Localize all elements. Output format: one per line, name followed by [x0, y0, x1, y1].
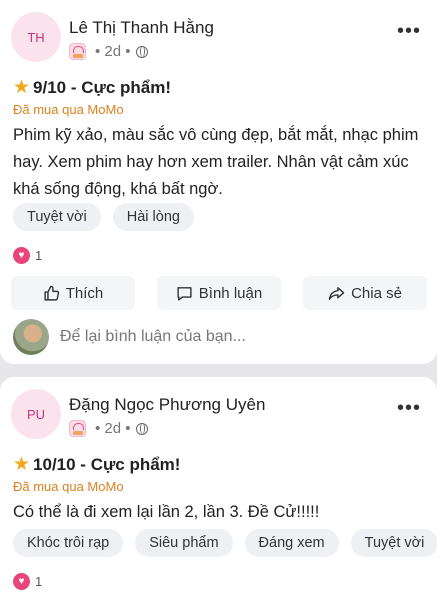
share-icon	[328, 286, 345, 300]
review-text: Có thể là đi xem lại lần 2, lần 3. Đề Cử…	[13, 503, 320, 521]
rating: ★ 10/10 - Cực phẩm!	[13, 453, 180, 476]
momo-badge-icon	[69, 43, 86, 60]
rating-text: 9/10 - Cực phẩm!	[33, 77, 172, 97]
tag-list: Khóc trôi rạp Siêu phẩm Đáng xem Tuyệt v…	[13, 529, 437, 557]
comment-button[interactable]: Bình luận	[157, 276, 281, 310]
rating-text: 10/10 - Cực phẩm!	[33, 454, 181, 474]
tag[interactable]: Khóc trôi rạp	[13, 529, 124, 557]
reaction-count[interactable]: ♥ 1	[13, 247, 42, 264]
tag[interactable]: Hài lòng	[112, 203, 194, 231]
share-button[interactable]: Chia sẻ	[303, 276, 427, 310]
more-options-icon[interactable]: •••	[397, 398, 421, 418]
user-avatar	[13, 319, 49, 355]
globe-icon	[135, 422, 148, 435]
tag[interactable]: Đáng xem	[244, 529, 339, 557]
heart-reaction-icon: ♥	[13, 247, 30, 264]
thumbs-up-icon	[44, 285, 59, 301]
share-label: Chia sẻ	[351, 284, 402, 302]
like-count: 1	[35, 574, 43, 589]
comment-composer: Để lại bình luận của bạn...	[13, 319, 246, 355]
avatar[interactable]: PU	[11, 389, 61, 439]
heart-reaction-icon: ♥	[13, 573, 30, 590]
post-meta: • 2d •	[69, 420, 148, 437]
reaction-count[interactable]: ♥ 1	[13, 573, 42, 590]
action-bar: Thích Bình luận Chia sẻ	[11, 276, 427, 310]
comment-icon	[177, 286, 192, 301]
like-button[interactable]: Thích	[11, 276, 135, 310]
star-icon: ★	[13, 77, 31, 98]
post-time: • 2d •	[95, 420, 131, 437]
purchase-label: Đã mua qua MoMo	[13, 102, 124, 117]
comment-input[interactable]: Để lại bình luận của bạn...	[60, 328, 246, 346]
review-card: PU Đặng Ngọc Phương Uyên • 2d • ••• ★ 10…	[0, 377, 437, 607]
rating: ★ 9/10 - Cực phẩm!	[13, 76, 171, 99]
like-label: Thích	[65, 284, 104, 302]
review-card: TH Lê Thị Thanh Hằng • 2d • ••• ★ 9/10 -…	[0, 0, 437, 364]
momo-badge-icon	[69, 420, 86, 437]
tag[interactable]: Tuyệt vời	[13, 203, 101, 231]
tag-list: Tuyệt vời Hài lòng	[13, 203, 194, 231]
comment-label: Bình luận	[198, 284, 263, 302]
star-icon: ★	[13, 454, 31, 475]
post-meta: • 2d •	[69, 43, 148, 60]
author-name[interactable]: Đặng Ngọc Phương Uyên	[69, 395, 265, 415]
like-count: 1	[35, 248, 43, 263]
purchase-label: Đã mua qua MoMo	[13, 479, 124, 494]
avatar[interactable]: TH	[11, 12, 61, 62]
author-name[interactable]: Lê Thị Thanh Hằng	[69, 18, 214, 38]
globe-icon	[135, 45, 148, 58]
tag[interactable]: Tuyệt vời	[350, 529, 437, 557]
more-options-icon[interactable]: •••	[397, 21, 421, 41]
tag[interactable]: Siêu phẩm	[135, 529, 233, 557]
review-text: Phim kỹ xảo, màu sắc vô cùng đẹp, bắt mắ…	[13, 126, 419, 198]
post-time: • 2d •	[95, 43, 131, 60]
